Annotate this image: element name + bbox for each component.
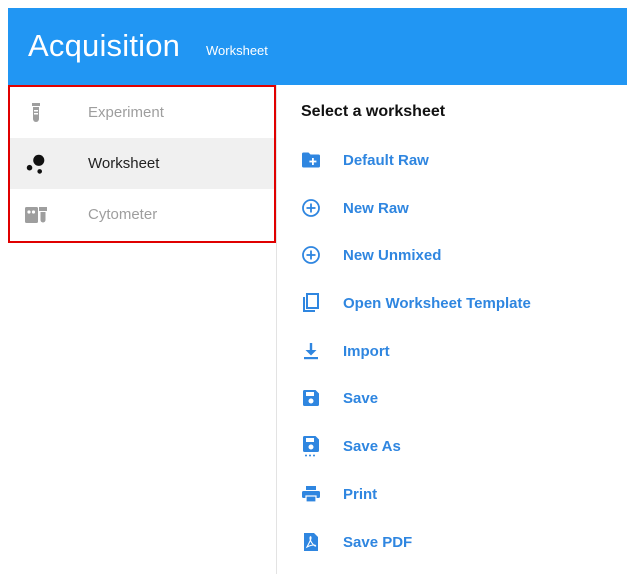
save-pdf-button[interactable]: Save PDF xyxy=(300,527,600,557)
printer-icon xyxy=(300,483,322,505)
circle-plus-icon xyxy=(300,197,322,219)
panel-title: Select a worksheet xyxy=(301,103,446,120)
copy-template-icon xyxy=(300,292,322,314)
print-button[interactable]: Print xyxy=(300,479,600,509)
import-button[interactable]: Import xyxy=(300,336,600,366)
dots-icon xyxy=(24,152,48,176)
sidebar-item-worksheet[interactable]: Worksheet xyxy=(10,138,274,189)
new-raw-button[interactable]: New Raw xyxy=(300,193,600,223)
sidebar-item-label: Experiment xyxy=(88,104,164,121)
sidebar: Experiment Worksheet Cytometer xyxy=(8,85,276,243)
app-header: Acquisition Worksheet xyxy=(8,8,627,85)
sidebar-item-experiment[interactable]: Experiment xyxy=(10,87,274,138)
pdf-icon xyxy=(300,531,322,553)
cytometer-icon xyxy=(24,203,48,227)
download-icon xyxy=(300,340,322,362)
page-title: Acquisition xyxy=(28,28,181,63)
action-label: Save xyxy=(343,389,379,407)
new-unmixed-button[interactable]: New Unmixed xyxy=(300,240,600,270)
page-subtitle: Worksheet xyxy=(206,43,268,58)
action-label: Open Worksheet Template xyxy=(343,294,531,312)
action-label: Default Raw xyxy=(343,151,429,169)
floppy-dots-icon xyxy=(300,435,322,457)
action-label: New Raw xyxy=(343,199,409,217)
default-raw-button[interactable]: Default Raw xyxy=(300,145,600,175)
action-label: New Unmixed xyxy=(343,246,442,264)
open-worksheet-template-button[interactable]: Open Worksheet Template xyxy=(300,288,600,318)
sidebar-item-label: Worksheet xyxy=(88,155,160,172)
folder-plus-icon xyxy=(300,149,322,171)
action-label: Import xyxy=(343,342,390,360)
action-label: Save PDF xyxy=(343,533,413,551)
circle-plus-icon xyxy=(300,244,322,266)
save-button[interactable]: Save xyxy=(300,383,600,413)
save-as-button[interactable]: Save As xyxy=(300,431,600,461)
panel-divider xyxy=(276,85,277,574)
floppy-icon xyxy=(300,387,322,409)
action-label: Save As xyxy=(343,437,401,455)
sidebar-item-label: Cytometer xyxy=(88,206,158,223)
test-tube-icon xyxy=(24,101,48,125)
sidebar-item-cytometer[interactable]: Cytometer xyxy=(10,189,274,240)
action-label: Print xyxy=(343,485,378,503)
